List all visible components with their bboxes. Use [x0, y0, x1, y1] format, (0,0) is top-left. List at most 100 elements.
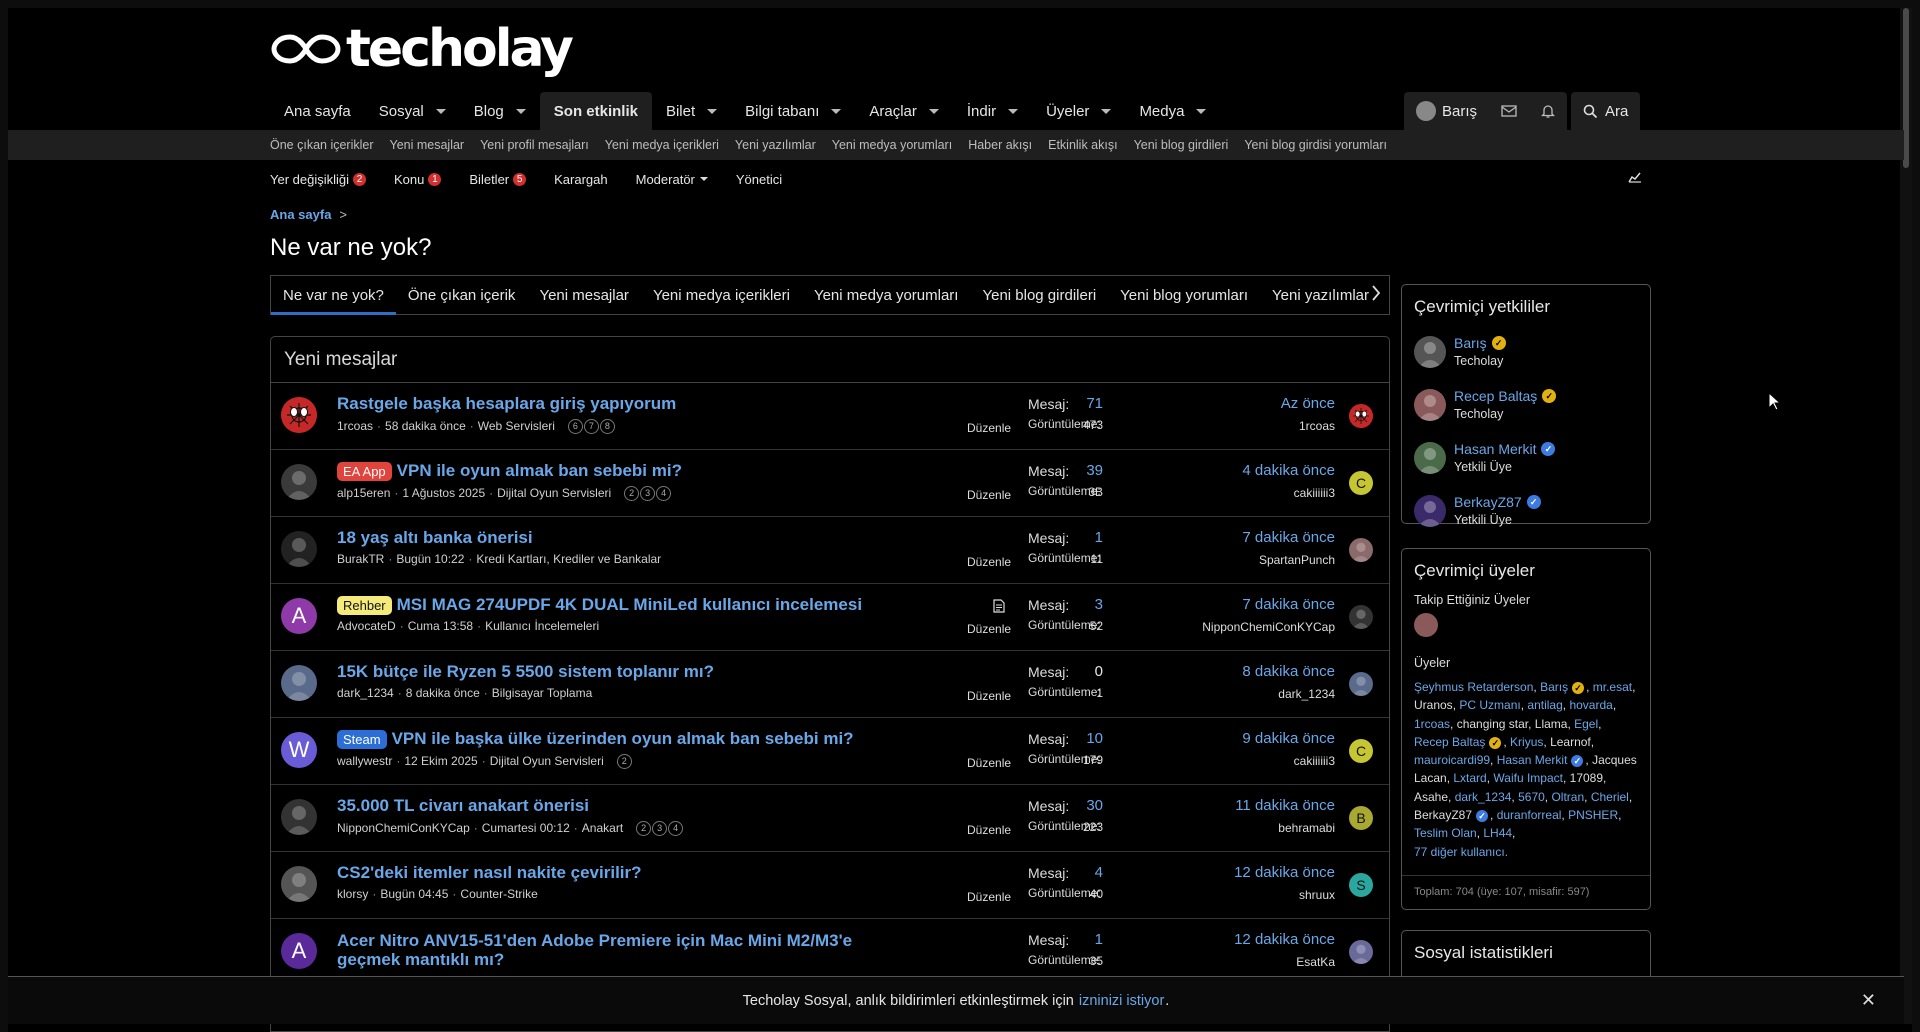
modbar-item[interactable]: Moderatör [636, 172, 708, 187]
modbar-item[interactable]: Biletler 5 [469, 172, 527, 187]
online-member[interactable]: Hasan Merkit [1497, 753, 1568, 767]
inbox-button[interactable] [1489, 92, 1529, 130]
thread-forum[interactable]: Kredi Kartları, Krediler ve Bankalar [476, 552, 661, 566]
chevron-down-icon[interactable] [1196, 108, 1207, 114]
subnav-link[interactable]: Haber akışı [968, 138, 1032, 152]
modbar-item[interactable]: Yer değişikliği 2 [270, 172, 367, 187]
nav-item-0[interactable]: Ana sayfa [270, 92, 365, 130]
last-post-user[interactable]: cakiiiiii3 [1294, 486, 1335, 500]
edit-link[interactable]: Düzenle [967, 622, 1011, 636]
replies-count[interactable]: 1 [1095, 529, 1103, 546]
page-jump-link[interactable]: 2 [636, 821, 652, 836]
site-logo[interactable]: techolay [270, 19, 574, 79]
edit-link[interactable]: Düzenle [967, 890, 1011, 904]
thread-title-link[interactable]: 35.000 TL civarı anakart önerisi [337, 796, 589, 816]
edit-link[interactable]: Düzenle [967, 756, 1011, 770]
online-member[interactable]: Recep Baltaş [1414, 735, 1485, 749]
thread-title-link[interactable]: 18 yaş altı banka önerisi [337, 528, 533, 548]
replies-count[interactable]: 0 [1095, 663, 1103, 680]
chevron-down-icon[interactable] [1101, 108, 1112, 114]
subnav-link[interactable]: Öne çıkan içerikler [270, 138, 374, 152]
tab-item[interactable]: Yeni medya yorumları [802, 276, 971, 314]
tab-item[interactable]: Yeni blog yorumları [1108, 276, 1260, 314]
account-link[interactable]: Barış [1404, 92, 1489, 130]
last-post-time[interactable]: 7 dakika önce [1242, 596, 1335, 613]
replies-count[interactable]: 39 [1086, 462, 1103, 479]
nav-item-9[interactable]: Medya [1125, 92, 1220, 130]
staff-name[interactable]: Barış [1454, 335, 1487, 351]
subnav-link[interactable]: Yeni profil mesajları [480, 138, 589, 152]
staff-avatar[interactable] [1414, 441, 1446, 474]
edit-link[interactable]: Düzenle [967, 689, 1011, 703]
last-post-time[interactable]: 9 dakika önce [1242, 730, 1335, 747]
thread-start-date[interactable]: 12 Ekim 2025 [404, 754, 477, 768]
modbar-item[interactable]: Yönetici [736, 172, 782, 187]
thread-forum[interactable]: Web Servisleri [478, 419, 555, 433]
chevron-down-icon[interactable] [707, 108, 718, 114]
author-avatar[interactable]: W [281, 732, 317, 768]
page-jump-link[interactable]: 4 [668, 821, 684, 836]
chevron-down-icon[interactable] [699, 177, 708, 181]
chevron-down-icon[interactable] [1008, 108, 1019, 114]
subnav-link[interactable]: Yeni medya içerikleri [605, 138, 719, 152]
thread-start-date[interactable]: Bugün 04:45 [380, 887, 448, 901]
thread-author[interactable]: alp15eren [337, 486, 390, 500]
thread-title-link[interactable]: MSI MAG 274UPDF 4K DUAL MiniLed kullanıc… [397, 595, 862, 615]
last-poster-avatar[interactable] [1349, 605, 1373, 629]
edit-link[interactable]: Düzenle [967, 488, 1011, 502]
online-member[interactable]: Waifu Impact [1493, 771, 1563, 785]
last-post-time[interactable]: 8 dakika önce [1242, 663, 1335, 680]
subnav-link[interactable]: Yeni blog girdisi yorumları [1244, 138, 1387, 152]
last-post-user[interactable]: behramabi [1278, 821, 1335, 835]
last-post-time[interactable]: 4 dakika önce [1242, 462, 1335, 479]
author-avatar[interactable] [281, 464, 317, 500]
subnav-link[interactable]: Etkinlik akışı [1048, 138, 1117, 152]
last-poster-avatar[interactable] [1349, 404, 1373, 428]
edit-link[interactable]: Düzenle [967, 421, 1011, 435]
tabs-scroll-right-icon[interactable] [1371, 285, 1381, 306]
online-member[interactable]: duranforreal [1497, 808, 1562, 822]
page-jump-link[interactable]: 3 [652, 821, 668, 836]
last-poster-avatar[interactable]: C [1349, 739, 1373, 763]
online-member[interactable]: antilag [1527, 698, 1562, 712]
staff-name[interactable]: Hasan Merkit [1454, 441, 1536, 457]
author-avatar[interactable] [281, 866, 317, 902]
stats-chart-icon[interactable] [1628, 171, 1642, 183]
tab-item[interactable]: Yeni yazılımlar [1260, 276, 1381, 314]
alerts-button[interactable] [1529, 92, 1567, 130]
chevron-down-icon[interactable] [435, 108, 446, 114]
thread-forum[interactable]: Dijital Oyun Servisleri [497, 486, 611, 500]
online-member[interactable]: BerkayZ87 [1414, 808, 1472, 822]
page-jump-link[interactable]: 7 [583, 419, 599, 434]
last-post-user[interactable]: dark_1234 [1278, 687, 1335, 701]
last-post-user[interactable]: SpartanPunch [1259, 553, 1335, 567]
tab-item[interactable]: Yeni medya içerikleri [641, 276, 802, 314]
online-member[interactable]: PNSHER [1568, 808, 1618, 822]
staff-name[interactable]: BerkayZ87 [1454, 494, 1522, 510]
author-avatar[interactable] [281, 665, 317, 701]
edit-link[interactable]: Düzenle [967, 823, 1011, 837]
last-post-user[interactable]: shruux [1299, 888, 1335, 902]
online-member[interactable]: Uranos [1414, 698, 1453, 712]
replies-count[interactable]: 3 [1095, 596, 1103, 613]
online-member[interactable]: Lxtard [1453, 771, 1486, 785]
nav-item-5[interactable]: Bilgi tabanı [731, 92, 855, 130]
thread-title-link[interactable]: 15K bütçe ile Ryzen 5 5500 sistem toplan… [337, 662, 714, 682]
thread-forum[interactable]: Kullanıcı İncelemeleri [485, 619, 599, 633]
thread-author[interactable]: dark_1234 [337, 686, 394, 700]
chevron-down-icon[interactable] [831, 108, 842, 114]
page-jump-link[interactable]: 2 [624, 486, 640, 501]
replies-count[interactable]: 30 [1086, 797, 1103, 814]
replies-count[interactable]: 71 [1086, 395, 1103, 412]
search-button[interactable]: Ara [1571, 92, 1640, 130]
thread-start-date[interactable]: Cumartesi 00:12 [482, 821, 570, 835]
last-poster-avatar[interactable]: C [1349, 471, 1373, 495]
thread-title-link[interactable]: Rastgele başka hesaplara giriş yapıyorum [337, 394, 676, 414]
last-post-user[interactable]: 1rcoas [1299, 419, 1335, 433]
tab-item[interactable]: Ne var ne yok? [271, 276, 396, 315]
online-member[interactable]: Kriyus [1510, 735, 1543, 749]
last-post-user[interactable]: EsatKa [1296, 955, 1335, 969]
modbar-item[interactable]: Karargah [554, 172, 607, 187]
last-poster-avatar[interactable]: S [1349, 873, 1373, 897]
thread-prefix-label[interactable]: Steam [337, 729, 387, 749]
